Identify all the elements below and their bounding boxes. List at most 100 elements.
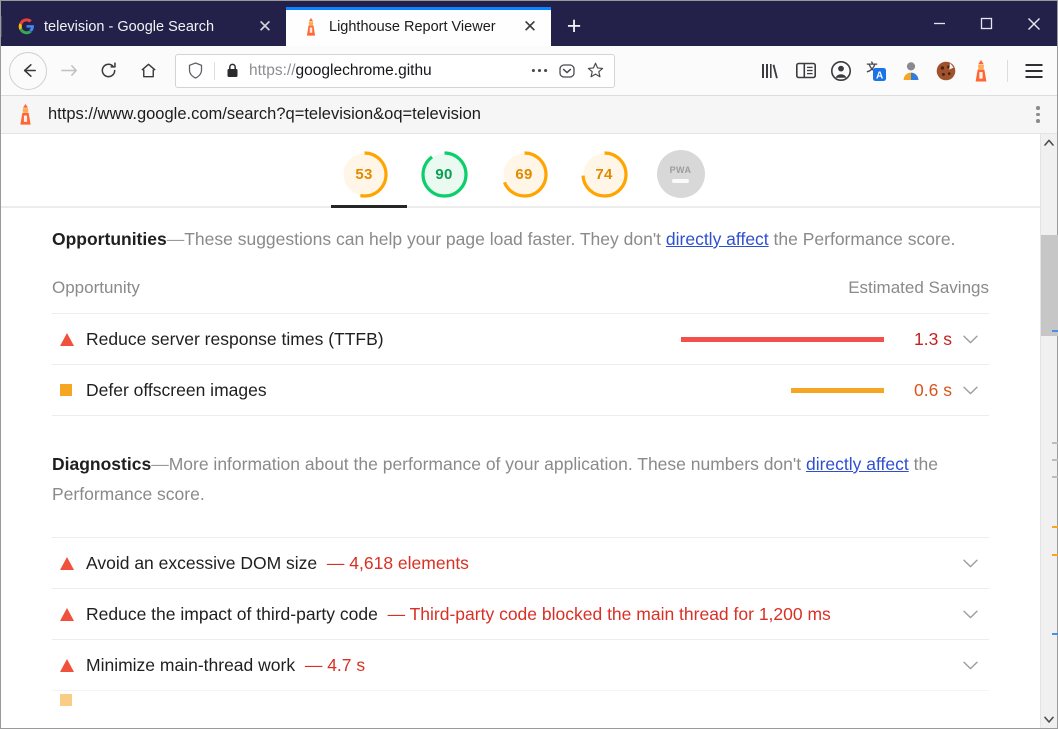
scrollbar-thumb[interactable] — [1040, 235, 1058, 336]
account-icon[interactable] — [826, 56, 856, 86]
page-viewport: 53 90 69 74 PWA Opportunities—These sugg… — [1, 134, 1058, 728]
scrollbar-track[interactable] — [1040, 151, 1058, 711]
desc-text-before: More information about the performance o… — [168, 454, 806, 474]
navigation-toolbar: https://googlechrome.githu 文 A — [1, 46, 1057, 96]
report-content: 53 90 69 74 PWA Opportunities—These sugg… — [1, 134, 1040, 728]
chevron-down-icon[interactable] — [952, 559, 989, 568]
shield-icon[interactable] — [182, 62, 208, 79]
page-scrollbar[interactable] — [1040, 134, 1058, 728]
score-gauges: 53 90 69 74 PWA — [1, 134, 1040, 206]
forward-button[interactable] — [49, 52, 87, 90]
savings-bar-wrap — [681, 387, 896, 393]
diagnostics-section: Diagnostics—More information about the p… — [1, 449, 1040, 708]
opportunity-row-ttfb[interactable]: Reduce server response times (TTFB) 1.3 … — [52, 313, 989, 364]
gauge-seo[interactable]: 74 — [577, 147, 632, 202]
opportunities-section: Opportunities—These suggestions can help… — [1, 208, 1040, 449]
scroll-up-arrow[interactable] — [1041, 134, 1058, 151]
diagnostic-metric: — Third-party code blocked the main thre… — [387, 603, 831, 624]
report-url-header: https://www.google.com/search?q=televisi… — [1, 96, 1057, 134]
triangle-warning-icon — [52, 607, 86, 621]
tab-label: Lighthouse Report Viewer — [329, 18, 496, 35]
savings-bar-wrap — [681, 336, 896, 342]
gauge-best-practices[interactable]: 69 — [497, 147, 552, 202]
tab-lighthouse-report-viewer[interactable]: Lighthouse Report Viewer ✕ — [286, 7, 551, 46]
close-icon[interactable]: ✕ — [254, 16, 276, 38]
square-warning-icon — [52, 693, 86, 706]
diagnostic-title: Minimize main-thread work — 4.7 s — [86, 655, 952, 676]
browser-toolbar-icons: 文 A — [756, 56, 1049, 86]
maximize-button[interactable] — [963, 1, 1010, 46]
sidebar-icon[interactable] — [791, 56, 821, 86]
diagnostic-label: Minimize main-thread work — [86, 654, 296, 675]
diagnostic-title: Reduce the impact of third-party code — … — [86, 604, 952, 625]
page-actions-button[interactable] — [526, 58, 552, 84]
diagnostic-row-third-party[interactable]: Reduce the impact of third-party code — … — [52, 588, 989, 639]
desc-text-after: the Performance score. — [768, 229, 956, 249]
gauge-value: 53 — [355, 165, 373, 183]
desc-text-before: These suggestions can help your page loa… — [184, 229, 666, 249]
directly-affect-link[interactable]: directly affect — [806, 454, 909, 474]
diagnostic-row-partial[interactable] — [52, 690, 989, 708]
audited-url: https://www.google.com/search?q=televisi… — [48, 105, 481, 123]
tab-strip: television - Google Search ✕ Lighthouse … — [1, 1, 1057, 46]
em-dash: — — [151, 454, 169, 474]
gauge-accessibility[interactable]: 90 — [417, 147, 472, 202]
gauge-performance[interactable]: 53 — [337, 147, 392, 202]
url-input[interactable]: https://googlechrome.githu — [245, 62, 524, 80]
savings-bar — [791, 387, 884, 393]
gauge-value: 74 — [595, 165, 613, 183]
scroll-marker — [1051, 632, 1058, 635]
library-icon[interactable] — [756, 56, 786, 86]
more-options-button[interactable] — [1025, 100, 1051, 130]
close-icon[interactable]: ✕ — [519, 16, 541, 38]
diagnostic-metric: — 4,618 elements — [326, 552, 469, 573]
diagnostics-description: Diagnostics—More information about the p… — [52, 449, 989, 511]
tab-label: television - Google Search — [44, 18, 215, 35]
chevron-down-icon[interactable] — [952, 661, 989, 670]
url-bar[interactable]: https://googlechrome.githu — [175, 53, 615, 88]
star-icon[interactable] — [582, 58, 608, 84]
back-button[interactable] — [9, 51, 47, 90]
reload-button[interactable] — [89, 52, 127, 90]
close-button[interactable] — [1010, 1, 1057, 46]
opportunity-row-offscreen-images[interactable]: Defer offscreen images 0.6 s — [52, 364, 989, 415]
category-tab-indicator — [1, 205, 1040, 208]
triangle-warning-icon — [52, 332, 86, 346]
home-button[interactable] — [129, 52, 167, 90]
active-category-underline — [331, 205, 407, 208]
url-host: googlechrome.githu — [295, 61, 432, 79]
lock-icon[interactable] — [221, 63, 243, 78]
gauge-pwa[interactable]: PWA — [656, 150, 705, 198]
lighthouse-icon — [15, 104, 35, 125]
lighthouse-extension-icon[interactable] — [966, 56, 996, 86]
translate-extension-icon[interactable]: 文 A — [861, 56, 891, 86]
google-g-icon — [17, 18, 35, 36]
directly-affect-link[interactable]: directly affect — [666, 229, 769, 249]
chevron-down-icon[interactable] — [952, 386, 989, 395]
section-divider — [52, 415, 989, 449]
minimize-button[interactable] — [916, 1, 963, 46]
cookie-extension-icon[interactable] — [931, 56, 961, 86]
em-dash: — — [166, 229, 185, 249]
diagnostic-label: Avoid an excessive DOM size — [86, 552, 318, 573]
grammarly-extension-icon[interactable] — [896, 56, 926, 86]
window-controls — [916, 1, 1057, 46]
chevron-down-icon[interactable] — [952, 335, 989, 344]
scroll-marker — [1051, 526, 1058, 529]
tab-television-google-search[interactable]: television - Google Search ✕ — [1, 7, 286, 46]
scroll-marker — [1051, 554, 1058, 557]
new-tab-button[interactable]: + — [557, 9, 591, 43]
hamburger-menu-icon[interactable] — [1019, 56, 1049, 86]
triangle-warning-icon — [52, 556, 86, 570]
scroll-marker — [1051, 459, 1058, 461]
lighthouse-icon — [302, 17, 320, 36]
scroll-down-arrow[interactable] — [1041, 711, 1058, 728]
diagnostic-row-dom-size[interactable]: Avoid an excessive DOM size — 4,618 elem… — [52, 537, 989, 588]
diagnostic-row-main-thread[interactable]: Minimize main-thread work — 4.7 s — [52, 639, 989, 690]
pocket-icon[interactable] — [554, 58, 580, 84]
opportunities-heading: Opportunities — [52, 229, 167, 249]
chevron-down-icon[interactable] — [952, 610, 989, 619]
browser-window: television - Google Search ✕ Lighthouse … — [0, 0, 1058, 729]
pwa-label: PWA — [669, 165, 692, 175]
